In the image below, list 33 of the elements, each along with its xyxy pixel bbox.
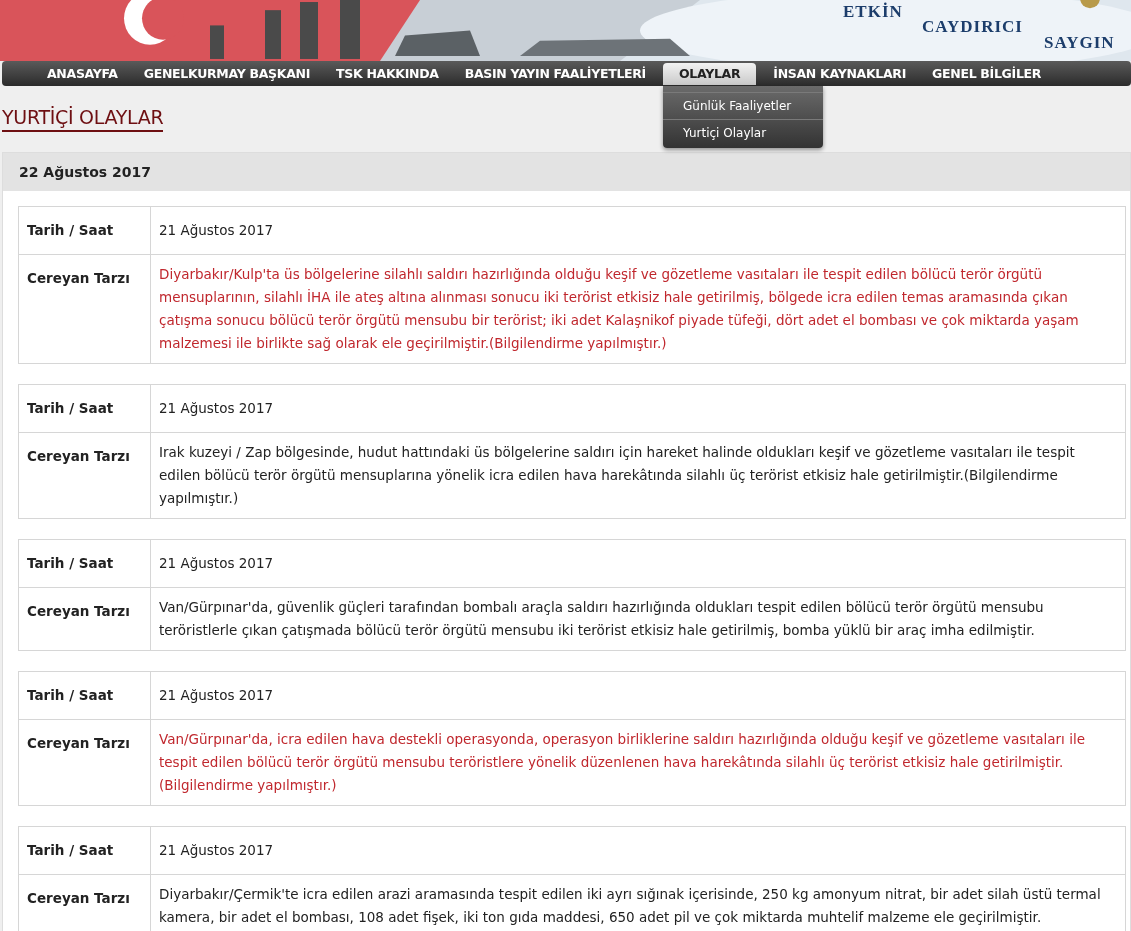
table-cell: Diyarbakır/Kulp'ta üs bölgelerine silahlı saldırı hazırlığında olduğu keşif ve gözetleme vasıtaları ile tespit edilen bölücü terör örgütü mensuplarının, silahlı İHA ile ateş altına alınması sonucu iki terörist etkisiz hale getirilmiş, bölgede icra edilen temas aramasında çıkan çatışma sonucu bölücü terör örgütü mensubu bir terörist; iki adet Kalaşnikof piyade tüfeği, dört adet el bombası ve çok miktarda yaşam malzemesi ile birlikte sağ olarak ele geçirilmiştir.(Bilgilendirme yapılmıştır.) [150,254,1126,364]
menu-item[interactable]: Günlük Faaliyetler [663,92,823,119]
nav-item[interactable]: ANASAYFA [38,61,127,86]
nav-item[interactable]: İNSAN KAYNAKLARI [764,61,916,86]
table-cell: 21 Ağustos 2017 [150,826,1126,875]
nav-item[interactable]: OLAYLAR [663,63,757,85]
table-cell: Tarih / Saat [18,539,151,588]
slogan-text: CAYDIRICI [922,17,1023,37]
table-cell: 21 Ağustos 2017 [150,539,1126,588]
table-cell: Cereyan Tarzı [18,719,151,806]
table-cell: Cereyan Tarzı [18,254,151,364]
nav-item[interactable]: GENEL BİLGİLER [923,61,1051,86]
table-cell: Cereyan Tarzı [18,874,151,931]
slogan-text: SAYGIN [1044,33,1115,53]
table-cell: 21 Ağustos 2017 [150,384,1126,433]
table-cell: 21 Ağustos 2017 [150,671,1126,720]
table-cell: Van/Gürpınar'da, icra edilen hava destekli operasyonda, operasyon birliklerine saldırı hazırlığında olduğu keşif ve gözetleme vasıtaları ile tespit edilen bölücü terör örgütü mensubu teröristlere yönelik düzenlenen hava harekâtında silahlı üç terörist etkisiz hale getirilmiştir.(Bilgilendirme yapılmıştır.) [150,719,1126,806]
page-title: YURTİÇİ OLAYLAR [2,106,164,132]
nav-item[interactable]: TSK HAKKINDA [327,61,448,86]
table-cell: 21 Ağustos 2017 [150,206,1126,255]
table-cell: Tarih / Saat [18,826,151,875]
table-cell: Tarih / Saat [18,384,151,433]
nav-item[interactable]: BASIN YAYIN FAALİYETLERİ [455,61,655,86]
slogan-text: ETKİN [843,2,903,22]
table-cell: Tarih / Saat [18,206,151,255]
table-cell: Van/Gürpınar'da, güvenlik güçleri tarafından bombalı araçla saldırı hazırlığında oldukları tespit edilen bölücü terör örgütü mensubu teröristlerle çıkan çatışmada bölücü terör örgütü mensubu iki terörist etkisiz hale getirilmiş, bomba yüklü bir araç imha edilmiştir. [150,587,1126,651]
table-cell: Cereyan Tarzı [18,587,151,651]
table-cell: Cereyan Tarzı [18,432,151,519]
table-cell: Tarih / Saat [18,671,151,720]
menu-item[interactable]: Yurtiçi Olaylar [663,119,823,146]
table-cell: Irak kuzeyi / Zap bölgesinde, hudut hattındaki üs bölgelerine saldırı için hareket halinde oldukları keşif ve gözetleme vasıtaları ile tespit edilen bölücü terör örgütü mensuplarına yönelik icra edilen hava harekâtında silahlı üç terörist etkisiz hale getirilmiştir.(Bilgilendirme yapılmıştır.) [150,432,1126,519]
panel-date: 22 Ağustos 2017 [19,164,151,180]
nav-item[interactable]: GENELKURMAY BAŞKANI [134,61,320,86]
